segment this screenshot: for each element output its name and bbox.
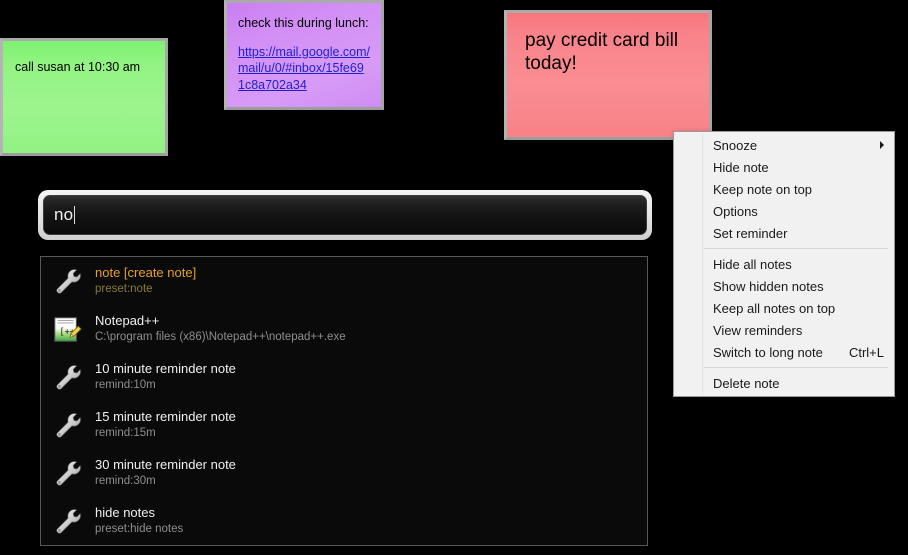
sticky-note-purple-text: check this during lunch: xyxy=(238,16,369,30)
sticky-note-purple-body[interactable]: check this during lunch: https://mail.go… xyxy=(227,3,381,107)
list-item-title: hide notes xyxy=(95,505,155,521)
list-item-title: Notepad++ xyxy=(95,313,160,329)
menu-item-label: Hide all notes xyxy=(713,256,792,272)
note-context-menu: Snooze Hide note Keep note on top Option… xyxy=(673,131,895,397)
list-item-subtitle: remind:30m xyxy=(95,475,156,488)
menu-item-delete-note[interactable]: Delete note xyxy=(674,372,894,394)
wrench-icon xyxy=(49,455,85,491)
wrench-icon xyxy=(49,263,85,299)
search-input-value: no xyxy=(54,205,74,224)
menu-item-view-reminders[interactable]: View reminders xyxy=(674,319,894,341)
list-item-subtitle: preset:note xyxy=(95,283,153,296)
menu-item-label: Delete note xyxy=(713,375,780,391)
menu-item-label: Snooze xyxy=(713,137,758,153)
menu-separator xyxy=(704,248,888,249)
wrench-icon xyxy=(49,359,85,395)
list-item[interactable]: 10 minute reminder note remind:10m xyxy=(41,353,647,401)
list-item[interactable]: [++ Notepad++ C:\program files (x86)\Not… xyxy=(41,305,647,353)
list-item[interactable]: 15 minute reminder note remind:15m xyxy=(41,401,647,449)
launcher-search-bar[interactable]: no xyxy=(38,190,652,240)
list-item-subtitle: remind:15m xyxy=(95,427,156,440)
menu-item-label: Options xyxy=(713,203,758,219)
menu-item-label: Hide note xyxy=(713,159,769,175)
menu-item-snooze[interactable]: Snooze xyxy=(674,134,894,156)
menu-item-hide-all-notes[interactable]: Hide all notes xyxy=(674,253,894,275)
menu-item-label: Keep all notes on top xyxy=(713,300,836,316)
chevron-right-icon xyxy=(880,141,884,149)
sticky-note-purple-link[interactable]: https://mail.google.com/mail/u/0/#inbox/… xyxy=(238,45,370,92)
sticky-note-pink-text: pay credit card bill today! xyxy=(525,30,679,75)
sticky-note-green-body[interactable]: call susan at 10:30 am xyxy=(3,41,165,153)
menu-item-shortcut: Ctrl+L xyxy=(848,344,884,360)
list-item-title: 10 minute reminder note xyxy=(95,361,236,377)
list-item[interactable]: hide notes preset:hide notes xyxy=(41,497,647,545)
sticky-note-green[interactable]: call susan at 10:30 am xyxy=(0,38,168,156)
sticky-note-pink[interactable]: pay credit card bill today! xyxy=(504,10,712,140)
menu-item-label: Set reminder xyxy=(713,225,788,241)
list-item[interactable]: 30 minute reminder note remind:30m xyxy=(41,449,647,497)
menu-item-label: Keep note on top xyxy=(713,181,813,197)
list-item-subtitle: remind:10m xyxy=(95,379,156,392)
menu-item-set-reminder[interactable]: Set reminder xyxy=(674,222,894,244)
wrench-icon xyxy=(49,503,85,539)
menu-separator xyxy=(704,367,888,368)
list-item-title: 30 minute reminder note xyxy=(95,457,236,473)
list-item-subtitle: preset:hide notes xyxy=(95,523,184,536)
menu-item-label: View reminders xyxy=(713,322,803,338)
menu-item-keep-all-notes-on-top[interactable]: Keep all notes on top xyxy=(674,297,894,319)
search-input[interactable]: no xyxy=(43,195,647,235)
menu-item-hide-note[interactable]: Hide note xyxy=(674,156,894,178)
text-caret xyxy=(74,206,76,224)
menu-item-show-hidden-notes[interactable]: Show hidden notes xyxy=(674,275,894,297)
menu-item-options[interactable]: Options xyxy=(674,200,894,222)
sticky-note-green-text: call susan at 10:30 am xyxy=(15,60,141,74)
menu-item-switch-to-long-note[interactable]: Switch to long note Ctrl+L xyxy=(674,341,894,363)
menu-item-keep-note-on-top[interactable]: Keep note on top xyxy=(674,178,894,200)
wrench-icon xyxy=(49,407,85,443)
notepadpp-icon: [++ xyxy=(49,311,85,347)
list-item[interactable]: note [create note] preset:note xyxy=(41,257,647,305)
desktop-background: call susan at 10:30 am check this during… xyxy=(0,0,908,555)
sticky-note-purple[interactable]: check this during lunch: https://mail.go… xyxy=(224,0,384,110)
menu-item-label: Switch to long note xyxy=(713,344,823,360)
list-item-title: note [create note] xyxy=(95,265,197,281)
list-item-title: 15 minute reminder note xyxy=(95,409,236,425)
menu-item-label: Show hidden notes xyxy=(713,278,824,294)
launcher-results-panel: note [create note] preset:note [++ Notep… xyxy=(40,256,648,546)
list-item-subtitle: C:\program files (x86)\Notepad++\notepad… xyxy=(95,331,346,344)
sticky-note-pink-body[interactable]: pay credit card bill today! xyxy=(507,13,709,137)
